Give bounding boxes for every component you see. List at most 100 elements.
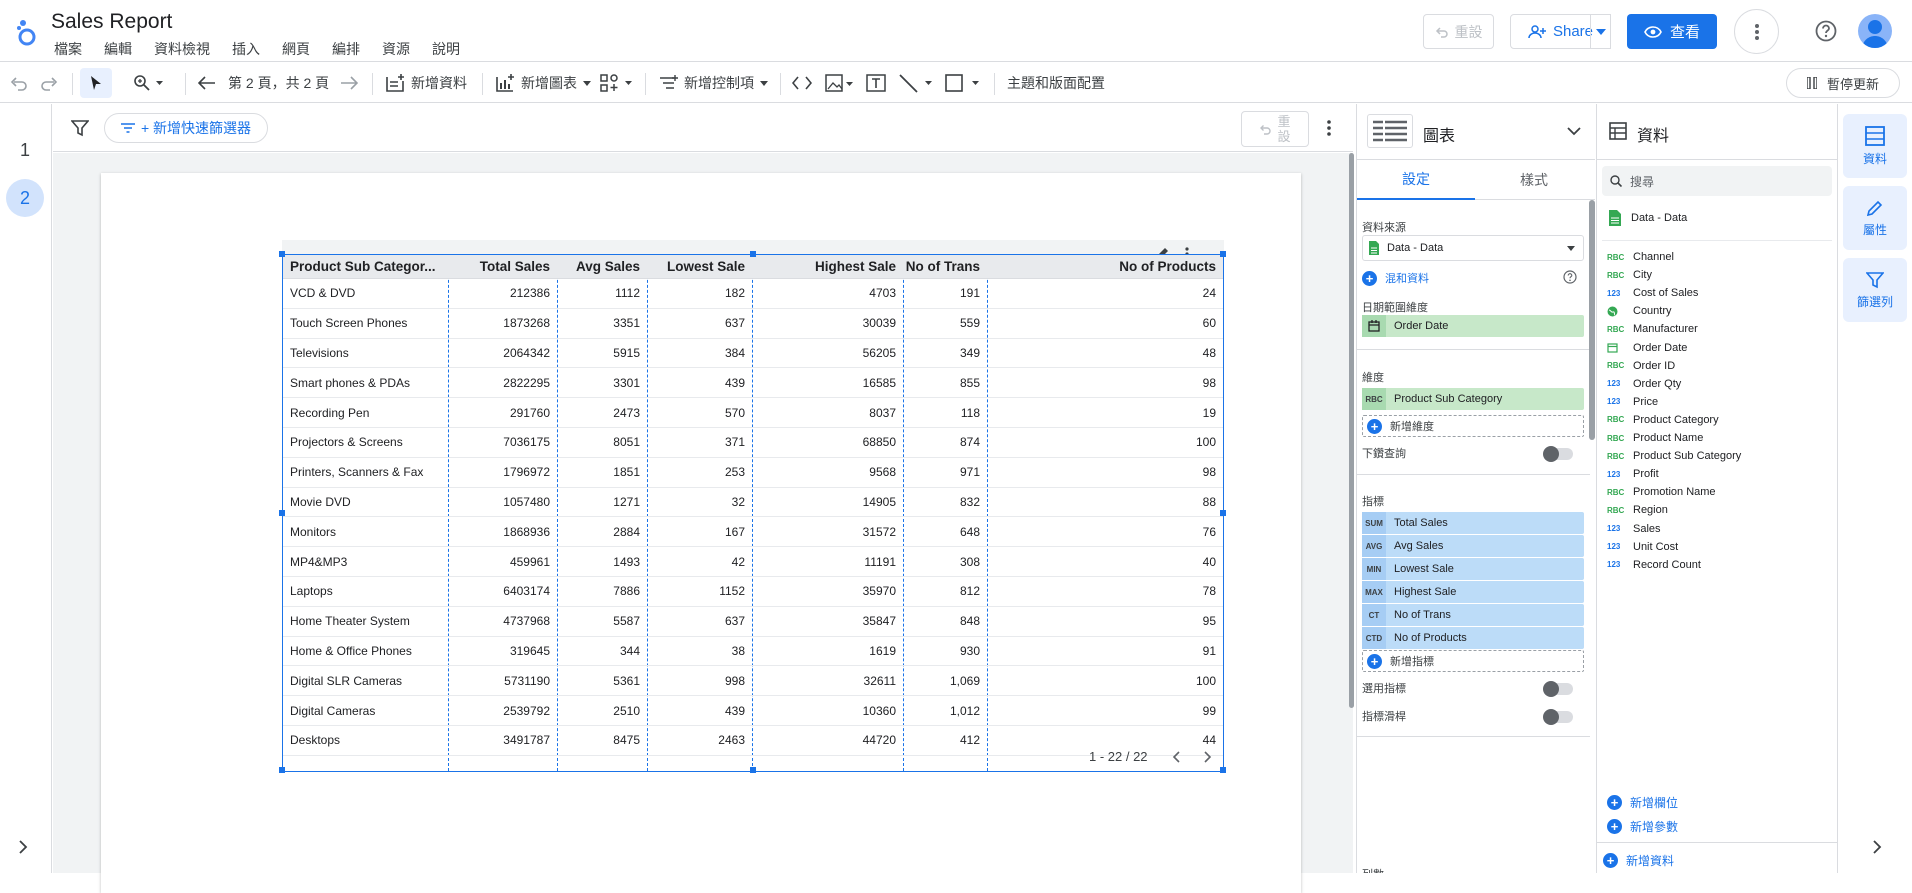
- menu-file[interactable]: 檔案: [54, 39, 82, 59]
- date-dimension-chip[interactable]: Order Date: [1362, 315, 1584, 337]
- select-cursor-icon[interactable]: [80, 68, 112, 98]
- canvas-scrollbar[interactable]: [1349, 153, 1354, 708]
- pause-update-button[interactable]: 暫停更新: [1786, 68, 1900, 98]
- column-header-highest-sale[interactable]: Highest Sale: [752, 255, 903, 278]
- rail-properties-button[interactable]: 屬性: [1843, 186, 1907, 250]
- redo-icon[interactable]: [40, 63, 58, 103]
- report-title[interactable]: Sales Report: [51, 10, 172, 34]
- table-row[interactable]: MP4&MP3 459961 1493 42 11191 308 40: [283, 547, 1223, 577]
- filter-icon[interactable]: [71, 119, 89, 137]
- tab-setup[interactable]: 設定: [1357, 160, 1475, 200]
- metric-chip[interactable]: SUM Total Sales: [1362, 512, 1584, 534]
- menu-view[interactable]: 資料檢視: [154, 39, 210, 59]
- column-header-total-sales[interactable]: Total Sales: [448, 255, 557, 278]
- field-item[interactable]: RBC Promotion Name: [1607, 482, 1716, 502]
- table-row[interactable]: Monitors 1868936 2884 167 31572 648 76: [283, 517, 1223, 548]
- resize-handle[interactable]: [750, 251, 756, 257]
- field-item[interactable]: 123 Profit: [1607, 464, 1659, 484]
- looker-studio-logo-icon[interactable]: [14, 16, 40, 46]
- filter-reset-button[interactable]: 重設: [1241, 111, 1309, 147]
- menu-edit[interactable]: 編輯: [104, 39, 132, 59]
- table-row[interactable]: Movie DVD 1057480 1271 32 14905 832 88: [283, 488, 1223, 518]
- metric-chip[interactable]: CT No of Trans: [1362, 604, 1584, 626]
- table-row[interactable]: Projectors & Screens 7036175 8051 371 68850 8…: [283, 428, 1223, 458]
- table-row[interactable]: Recording Pen 291760 2473 570 8037 118 19: [283, 398, 1223, 428]
- resize-handle[interactable]: [1220, 510, 1226, 516]
- add-field-link[interactable]: + 新增欄位: [1607, 794, 1678, 811]
- field-item[interactable]: 123 Record Count: [1607, 555, 1701, 575]
- menu-arrange[interactable]: 編排: [332, 39, 360, 59]
- add-data-button[interactable]: 新增資料: [385, 63, 467, 103]
- field-item[interactable]: RBC Product Name: [1607, 428, 1703, 448]
- expand-chevron-icon[interactable]: [1872, 840, 1882, 854]
- menu-page[interactable]: 網頁: [282, 39, 310, 59]
- table-row[interactable]: Smart phones & PDAs 2822295 3301 439 16585 85…: [283, 368, 1223, 399]
- menu-help[interactable]: 說明: [432, 39, 460, 59]
- column-header-no-of-trans[interactable]: No of Trans: [903, 255, 987, 278]
- field-item[interactable]: RBC Product Category: [1607, 410, 1719, 430]
- add-metric-button[interactable]: + 新增指標: [1362, 650, 1584, 672]
- community-viz-icon[interactable]: [600, 63, 634, 103]
- table-row[interactable]: Digital Cameras 2539792 2510 439 10360 1,012 9…: [283, 696, 1223, 726]
- field-item[interactable]: 123 Unit Cost: [1607, 537, 1678, 557]
- add-control-button[interactable]: 新增控制項: [658, 63, 768, 103]
- metric-chip[interactable]: MIN Lowest Sale: [1362, 558, 1584, 580]
- expand-chevron-icon[interactable]: [18, 840, 28, 854]
- metric-chip[interactable]: MAX Highest Sale: [1362, 581, 1584, 603]
- column-header-product[interactable]: Product Sub Categor...: [283, 255, 448, 278]
- chevron-left-icon[interactable]: [1172, 750, 1180, 763]
- table-row[interactable]: Laptops 6403174 7886 1152 35970 812 78: [283, 577, 1223, 607]
- table-row[interactable]: Desktops 3491787 8475 2463 44720 412 44: [283, 726, 1223, 756]
- resize-handle[interactable]: [1220, 251, 1226, 257]
- menu-resource[interactable]: 資源: [382, 39, 410, 59]
- reset-button[interactable]: 重設: [1423, 14, 1494, 49]
- previous-page-icon[interactable]: [198, 63, 216, 103]
- table-row[interactable]: Home Theater System 4737968 5587 637 35847 84…: [283, 607, 1223, 637]
- table-row[interactable]: Printers, Scanners & Fax 1796972 1851 253 95…: [283, 458, 1223, 488]
- resize-handle[interactable]: [1220, 767, 1226, 773]
- chevron-down-icon[interactable]: [1567, 127, 1581, 136]
- more-options-button[interactable]: [1734, 9, 1779, 54]
- shape-icon[interactable]: [945, 63, 983, 103]
- resize-handle[interactable]: [750, 767, 756, 773]
- field-item[interactable]: RBC Order ID: [1607, 356, 1675, 376]
- blend-data-link[interactable]: + 混和資料: [1362, 270, 1429, 286]
- next-page-icon[interactable]: [340, 63, 358, 103]
- undo-icon[interactable]: [10, 63, 28, 103]
- rail-filter-button[interactable]: 篩選列: [1843, 258, 1907, 322]
- field-item[interactable]: RBC City: [1607, 265, 1652, 285]
- field-item[interactable]: RBC Manufacturer: [1607, 319, 1698, 339]
- column-header-avg-sales[interactable]: Avg Sales: [557, 255, 647, 278]
- view-button[interactable]: 查看: [1627, 14, 1717, 49]
- help-icon[interactable]: [1563, 270, 1577, 284]
- add-parameter-link[interactable]: + 新增參數: [1607, 818, 1678, 835]
- column-header-lowest-sale[interactable]: Lowest Sale: [647, 255, 752, 278]
- field-search-input[interactable]: 搜尋: [1602, 166, 1832, 196]
- help-icon[interactable]: [1814, 19, 1838, 43]
- field-item[interactable]: 123 Sales: [1607, 519, 1661, 539]
- theme-layout-button[interactable]: 主題和版面配置: [1007, 63, 1105, 103]
- page-thumb-1[interactable]: 1: [6, 131, 44, 169]
- data-source-select[interactable]: Data - Data: [1362, 235, 1584, 261]
- table-chart[interactable]: Product Sub Categor... Total Sales Avg Sal…: [279, 251, 1226, 773]
- share-dropdown-button[interactable]: [1590, 14, 1611, 49]
- metric-chip[interactable]: CTD No of Products: [1362, 627, 1584, 649]
- add-chart-button[interactable]: 新增圖表: [495, 63, 591, 103]
- table-row[interactable]: Televisions 2064342 5915 384 56205 349 48: [283, 339, 1223, 369]
- table-row[interactable]: Digital SLR Cameras 5731190 5361 998 32611 1,…: [283, 666, 1223, 697]
- chart-panel-scrollbar[interactable]: [1589, 200, 1595, 440]
- avatar[interactable]: [1858, 14, 1892, 48]
- resize-handle[interactable]: [279, 251, 285, 257]
- table-row[interactable]: Home & Office Phones 319645 344 38 1619 930 91: [283, 637, 1223, 667]
- data-source-item[interactable]: Data - Data: [1609, 210, 1687, 226]
- menu-insert[interactable]: 插入: [232, 39, 260, 59]
- more-vert-icon[interactable]: [1327, 120, 1331, 136]
- field-item[interactable]: 123 Price: [1607, 392, 1658, 412]
- field-item[interactable]: Country: [1607, 301, 1672, 321]
- embed-code-icon[interactable]: [792, 63, 812, 103]
- add-quick-filter-button[interactable]: + 新增快速篩選器: [104, 113, 268, 143]
- resize-handle[interactable]: [279, 767, 285, 773]
- column-header-no-of-products[interactable]: No of Products: [1119, 255, 1223, 278]
- add-data-link[interactable]: + 新增資料: [1603, 852, 1674, 869]
- dimension-chip[interactable]: RBC Product Sub Category: [1362, 388, 1584, 410]
